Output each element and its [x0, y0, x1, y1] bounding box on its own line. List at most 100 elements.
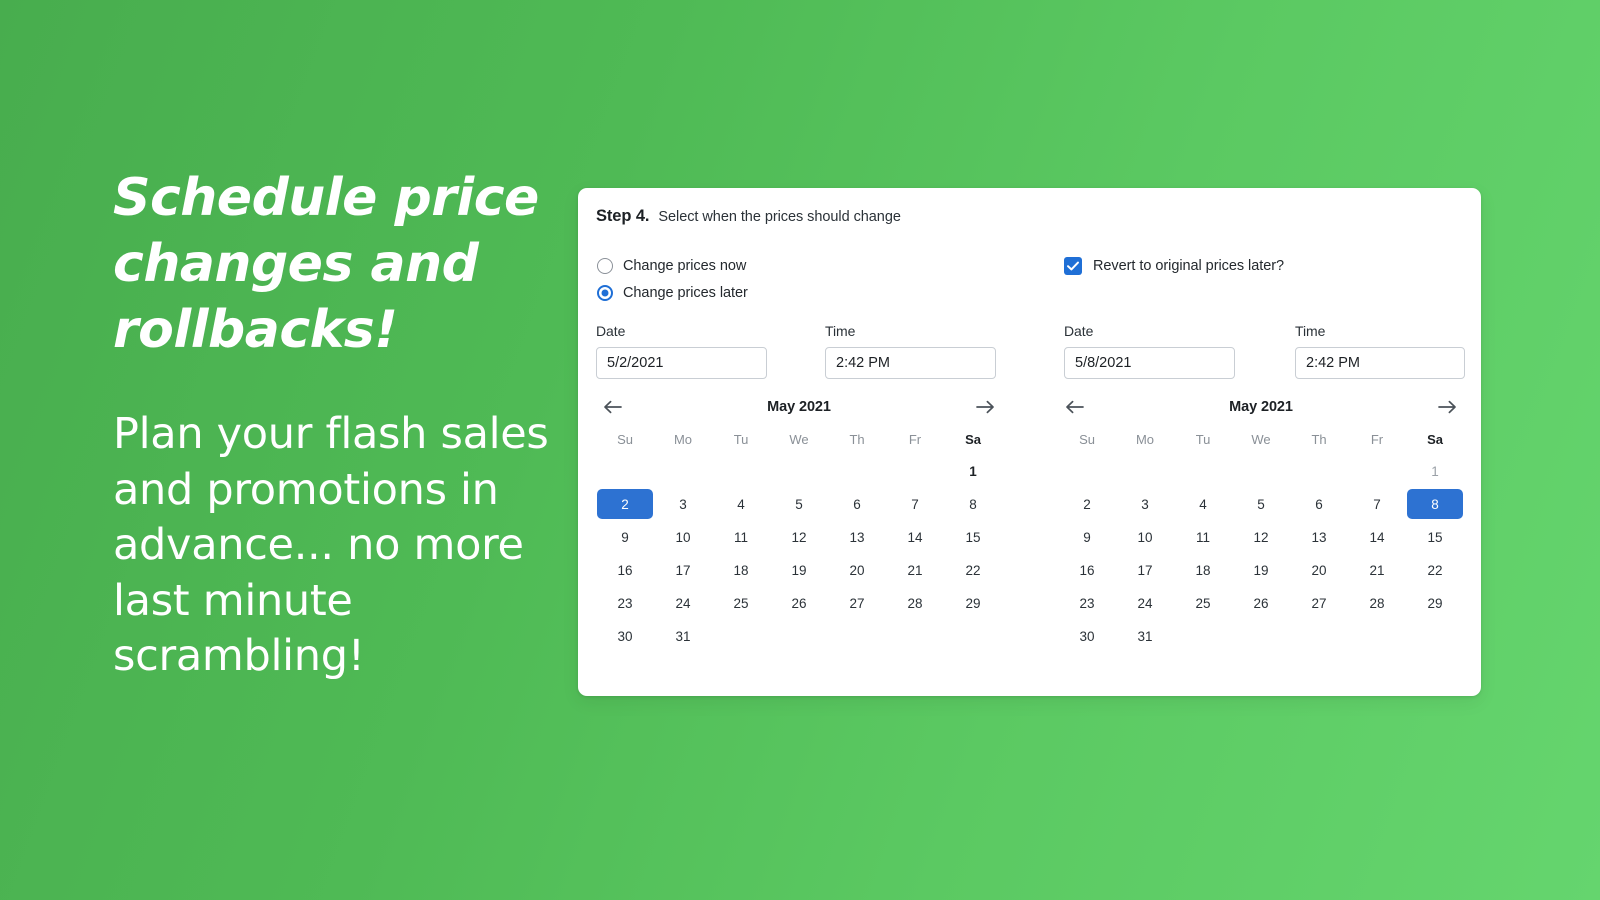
- start-calendar-next-month-button[interactable]: [973, 394, 999, 420]
- calendar-day[interactable]: 10: [1116, 522, 1174, 552]
- calendar-day[interactable]: 3: [1116, 489, 1174, 519]
- calendar-day-number: 29: [1427, 595, 1443, 611]
- radio-change-prices-later[interactable]: Change prices later: [597, 279, 748, 306]
- calendar-day[interactable]: 11: [1174, 522, 1232, 552]
- calendar-day-number: 30: [617, 628, 633, 644]
- calendar-day-number: 27: [1311, 595, 1327, 611]
- start-time-input[interactable]: [825, 347, 996, 379]
- calendar-day[interactable]: 5: [1232, 489, 1290, 519]
- calendar-day-number: 8: [969, 496, 977, 512]
- day-of-week-header: Su: [1079, 432, 1095, 447]
- calendar-day[interactable]: 16: [596, 555, 654, 585]
- calendar-day[interactable]: 23: [596, 588, 654, 618]
- end-calendar-prev-month-button[interactable]: [1061, 394, 1087, 420]
- calendar-day[interactable]: 27: [828, 588, 886, 618]
- start-time-label: Time: [825, 323, 856, 339]
- calendar-day[interactable]: 13: [828, 522, 886, 552]
- calendar-day[interactable]: 24: [654, 588, 712, 618]
- calendar-day-number: 5: [1257, 496, 1265, 512]
- calendar-day-number: 20: [849, 562, 865, 578]
- calendar-day[interactable]: 9: [1058, 522, 1116, 552]
- calendar-day[interactable]: 1: [944, 456, 1002, 486]
- end-calendar-next-month-button[interactable]: [1435, 394, 1461, 420]
- calendar-day[interactable]: 24: [1116, 588, 1174, 618]
- calendar-day[interactable]: 6: [1290, 489, 1348, 519]
- calendar-day[interactable]: 1: [1406, 456, 1464, 486]
- calendar-day-number: 28: [907, 595, 923, 611]
- end-date-input[interactable]: [1064, 347, 1235, 379]
- calendar-day[interactable]: 9: [596, 522, 654, 552]
- calendar-day[interactable]: 17: [1116, 555, 1174, 585]
- revert-checkbox-row[interactable]: Revert to original prices later?: [1064, 252, 1284, 279]
- calendar-day[interactable]: 31: [1116, 621, 1174, 651]
- calendar-day[interactable]: 30: [1058, 621, 1116, 651]
- calendar-day[interactable]: 14: [1348, 522, 1406, 552]
- end-time-input[interactable]: [1295, 347, 1465, 379]
- calendar-day-number: 21: [1369, 562, 1385, 578]
- calendar-day[interactable]: 18: [712, 555, 770, 585]
- calendar-day[interactable]: 21: [886, 555, 944, 585]
- calendar-day[interactable]: 12: [1232, 522, 1290, 552]
- calendar-day-number: 18: [1195, 562, 1211, 578]
- radio-later-indicator[interactable]: [597, 284, 613, 301]
- calendar-day[interactable]: 20: [1290, 555, 1348, 585]
- calendar-day[interactable]: 12: [770, 522, 828, 552]
- calendar-day[interactable]: 25: [712, 588, 770, 618]
- calendar-day[interactable]: 16: [1058, 555, 1116, 585]
- start-date-field-group: Date: [596, 323, 767, 379]
- calendar-day[interactable]: 31: [654, 621, 712, 651]
- start-date-input[interactable]: [596, 347, 767, 379]
- end-calendar-grid: Su Mo Tu We Th Fr Sa 1 2 3 4 5 6 7 8 9 10 11 12 13 14 15 16 17 1…: [1058, 427, 1464, 651]
- calendar-day[interactable]: 25: [1174, 588, 1232, 618]
- calendar-day[interactable]: 19: [1232, 555, 1290, 585]
- calendar-day[interactable]: 30: [596, 621, 654, 651]
- calendar-day[interactable]: 11: [712, 522, 770, 552]
- calendar-day[interactable]: 2: [1058, 489, 1116, 519]
- calendar-day[interactable]: 26: [770, 588, 828, 618]
- calendar-day[interactable]: 7: [886, 489, 944, 519]
- calendar-day[interactable]: 18: [1174, 555, 1232, 585]
- calendar-day-number: 6: [853, 496, 861, 512]
- calendar-day[interactable]: 4: [712, 489, 770, 519]
- start-calendar-title: May 2021: [767, 399, 831, 415]
- calendar-day-blank: [1290, 456, 1348, 486]
- calendar-day[interactable]: 29: [1406, 588, 1464, 618]
- calendar-day[interactable]: 19: [770, 555, 828, 585]
- calendar-day[interactable]: 26: [1232, 588, 1290, 618]
- calendar-day[interactable]: 22: [1406, 555, 1464, 585]
- calendar-day[interactable]: 21: [1348, 555, 1406, 585]
- calendar-day[interactable]: 20: [828, 555, 886, 585]
- calendar-day[interactable]: 29: [944, 588, 1002, 618]
- revert-checkbox[interactable]: [1064, 256, 1082, 275]
- calendar-day-number: 26: [791, 595, 807, 611]
- calendar-day[interactable]: 8: [944, 489, 1002, 519]
- day-of-week-header: Fr: [1370, 432, 1384, 447]
- calendar-day[interactable]: 7: [1348, 489, 1406, 519]
- calendar-day[interactable]: 8: [1406, 489, 1464, 519]
- calendar-day[interactable]: 15: [944, 522, 1002, 552]
- calendar-day[interactable]: 17: [654, 555, 712, 585]
- calendar-day-number: 15: [1427, 529, 1443, 545]
- calendar-day[interactable]: 5: [770, 489, 828, 519]
- radio-change-prices-now[interactable]: Change prices now: [597, 252, 748, 279]
- day-of-week-header: Tu: [733, 432, 749, 447]
- calendar-day-number: 13: [1311, 529, 1327, 545]
- calendar-day-blank: [1116, 456, 1174, 486]
- radio-now-indicator[interactable]: [597, 257, 613, 274]
- calendar-day[interactable]: 28: [1348, 588, 1406, 618]
- start-time-field-group: Time: [825, 323, 996, 379]
- calendar-day[interactable]: 6: [828, 489, 886, 519]
- calendar-day[interactable]: 13: [1290, 522, 1348, 552]
- calendar-day[interactable]: 23: [1058, 588, 1116, 618]
- calendar-day[interactable]: 28: [886, 588, 944, 618]
- calendar-day[interactable]: 10: [654, 522, 712, 552]
- calendar-day-number: 5: [795, 496, 803, 512]
- calendar-day[interactable]: 3: [654, 489, 712, 519]
- calendar-day[interactable]: 2: [596, 489, 654, 519]
- calendar-day[interactable]: 14: [886, 522, 944, 552]
- start-calendar-prev-month-button[interactable]: [599, 394, 625, 420]
- calendar-day[interactable]: 27: [1290, 588, 1348, 618]
- calendar-day[interactable]: 22: [944, 555, 1002, 585]
- calendar-day[interactable]: 15: [1406, 522, 1464, 552]
- calendar-day[interactable]: 4: [1174, 489, 1232, 519]
